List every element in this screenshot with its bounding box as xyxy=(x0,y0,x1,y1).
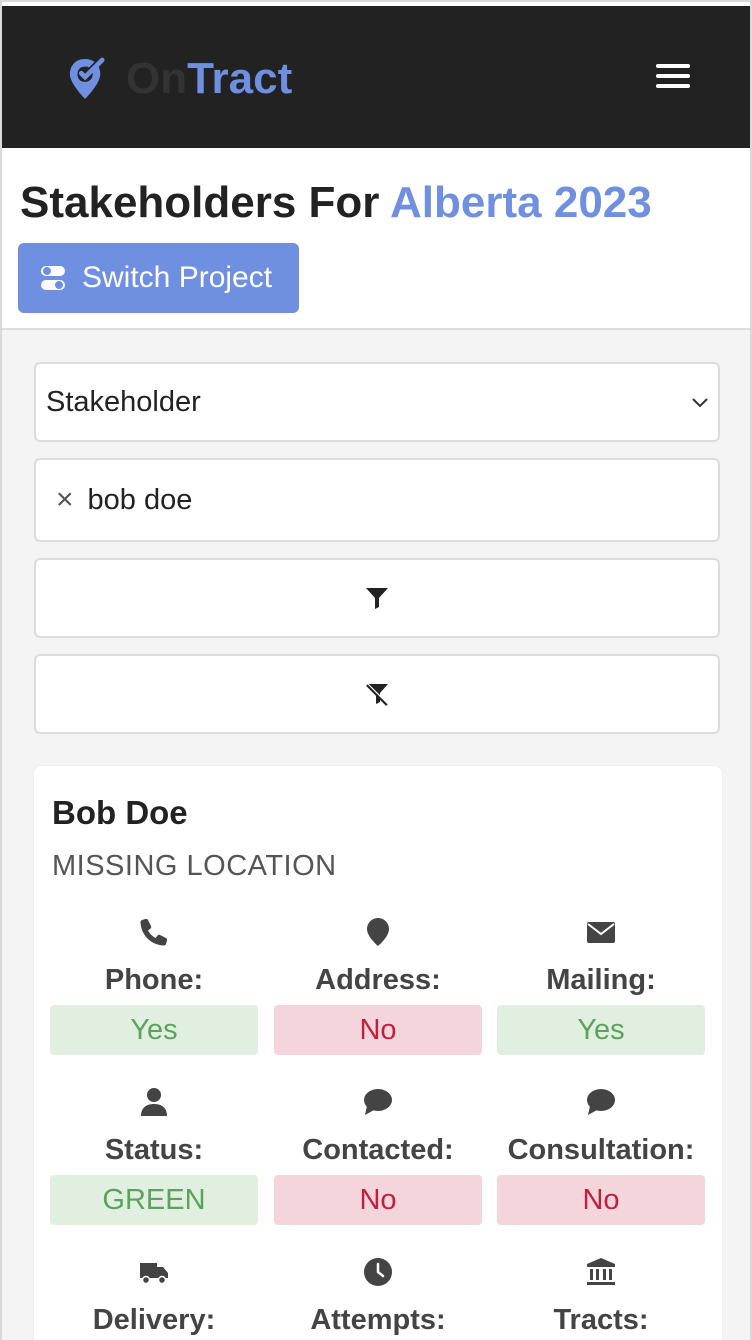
brand-logo[interactable]: On Tract xyxy=(68,54,292,104)
detail-value: GREEN xyxy=(50,1175,258,1225)
stakeholder-name: Bob Doe xyxy=(52,794,188,831)
detail-label: Tracts: xyxy=(553,1304,649,1336)
search-input[interactable] xyxy=(87,483,648,517)
page-title-prefix: Stakeholders For xyxy=(20,178,380,227)
switch-project-label: Switch Project xyxy=(82,261,273,294)
detail-label: Mailing: xyxy=(546,964,656,996)
hamburger-icon xyxy=(656,64,690,68)
detail-consultation: Consultation: No xyxy=(497,1082,705,1225)
detail-value: Yes xyxy=(497,1005,705,1055)
type-select-value: Stakeholder xyxy=(46,385,201,418)
clock-icon xyxy=(364,1258,392,1286)
truck-icon xyxy=(140,1263,168,1285)
detail-label: Address: xyxy=(315,964,441,996)
detail-delivery: Delivery: xyxy=(50,1252,258,1337)
stakeholder-card[interactable]: Bob Doe MISSING LOCATION Phone: Yes Addr… xyxy=(34,766,722,1340)
apply-filter-button[interactable] xyxy=(34,558,720,638)
clear-search-icon[interactable]: × xyxy=(56,485,74,515)
app-frame: On Tract Stakeholders For Alberta 2023 Sw… xyxy=(0,0,752,1340)
page-header: Stakeholders For Alberta 2023 Switch Pro… xyxy=(2,148,750,330)
comment-icon xyxy=(364,1089,392,1115)
detail-label: Delivery: xyxy=(92,1304,216,1336)
clear-filter-button[interactable] xyxy=(34,654,720,734)
toggle-switches-icon xyxy=(41,266,65,290)
filter-icon xyxy=(366,588,388,609)
comment-icon xyxy=(587,1089,615,1115)
detail-value: No xyxy=(497,1175,705,1225)
brand-text-tract: Tract xyxy=(187,54,293,103)
detail-label: Status: xyxy=(104,1134,204,1166)
detail-mailing: Mailing: Yes xyxy=(497,912,705,1055)
top-navbar: On Tract xyxy=(2,2,750,148)
switch-project-button[interactable]: Switch Project xyxy=(18,243,299,313)
project-name: Alberta 2023 xyxy=(390,178,652,227)
detail-tracts: Tracts: xyxy=(497,1252,705,1337)
detail-value: Yes xyxy=(50,1005,258,1055)
type-select[interactable]: Stakeholder xyxy=(34,362,720,442)
detail-label: Contacted: xyxy=(302,1134,454,1166)
map-marker-icon xyxy=(367,918,389,946)
detail-address: Address: No xyxy=(274,912,482,1055)
hamburger-menu-button[interactable] xyxy=(656,64,692,92)
user-icon xyxy=(141,1088,167,1116)
envelope-icon xyxy=(587,922,615,943)
detail-value: No xyxy=(274,1005,482,1055)
brand-text-on: On xyxy=(126,54,188,103)
detail-attempts: Attempts: xyxy=(274,1252,482,1337)
detail-phone: Phone: Yes xyxy=(50,912,258,1055)
detail-label: Consultation: xyxy=(507,1134,695,1166)
main-content: Stakeholder × Bob Doe MISSING LOCATION xyxy=(2,330,750,1340)
detail-label: Attempts: xyxy=(310,1304,446,1336)
chevron-down-icon xyxy=(692,398,708,408)
map-pin-check-icon xyxy=(69,57,105,99)
bank-icon xyxy=(587,1258,615,1285)
detail-value: No xyxy=(274,1175,482,1225)
detail-label: Phone: xyxy=(104,964,204,996)
stakeholder-location-status: MISSING LOCATION xyxy=(52,850,337,882)
page-title: Stakeholders For Alberta 2023 xyxy=(20,178,652,228)
detail-contacted: Contacted: No xyxy=(274,1082,482,1225)
search-field[interactable]: × xyxy=(34,458,720,542)
filter-slash-icon xyxy=(366,683,389,706)
phone-icon xyxy=(140,918,168,946)
detail-status: Status: GREEN xyxy=(50,1082,258,1225)
